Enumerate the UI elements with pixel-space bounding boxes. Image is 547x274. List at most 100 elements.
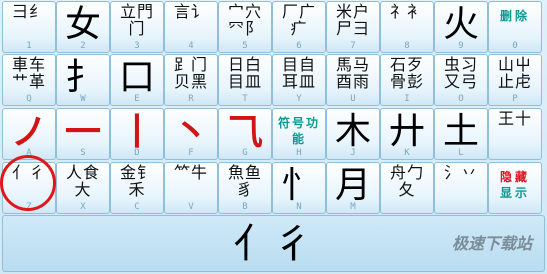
- key-label: T: [242, 94, 248, 104]
- key-a[interactable]: ノA: [2, 108, 56, 160]
- key-label: Z: [26, 202, 32, 212]
- key-radicals: 目自耳皿: [281, 55, 316, 91]
- key-u[interactable]: 馬马酉雨 U: [326, 54, 380, 106]
- key-label: C: [134, 202, 140, 212]
- key-label: F: [188, 148, 194, 158]
- symbol-function-key[interactable]: 符号功能 H: [272, 108, 326, 160]
- key-label: M: [350, 202, 356, 212]
- key-v[interactable]: ⺮牛 V: [164, 162, 218, 214]
- key-label: N: [296, 202, 302, 212]
- key-label: U: [350, 94, 356, 104]
- key-radicals: 米户尸彐: [335, 2, 370, 38]
- key-radicals: 石歹骨彭: [389, 55, 424, 91]
- key-label: 0: [512, 41, 518, 51]
- key-label: B: [242, 202, 248, 212]
- key-zhou[interactable]: 舟勹夂: [380, 162, 434, 214]
- key-radicals: 人食大: [65, 163, 100, 199]
- key-radicals: 金钅禾: [119, 163, 154, 199]
- show-label: 显示: [499, 186, 530, 200]
- key-row-3: ノA 一S 丨D 丶F ⺄ G 符号功能 H 木J 廾K 土L 王十: [2, 108, 542, 160]
- key-7[interactable]: 米户尸彐 7: [326, 1, 380, 53]
- handwriting-radical-keyboard: ⺕纟 1 女2 立門门 3 言讠 4 宀穴⺳阝 5 厂广疒 6 米户尸彐 7 礻衤 8 火9 …: [0, 0, 547, 274]
- delete-key[interactable]: 删除 0: [488, 1, 542, 53]
- key-k[interactable]: 廾K: [380, 108, 434, 160]
- key-row-2: 車车艹革 Q 扌W 口E ⻊门贝黑 R 日白目皿 T 目自耳皿 Y 馬马酉雨 U 石歹骨彭…: [2, 54, 542, 106]
- key-label: 7: [350, 41, 356, 51]
- key-radicals: 山屮止虍: [497, 55, 532, 91]
- key-8[interactable]: 礻衤 8: [380, 1, 434, 53]
- key-c[interactable]: 金钅禾 C: [110, 162, 164, 214]
- key-radicals: 日白目皿: [227, 55, 262, 91]
- key-label: 3: [134, 41, 140, 51]
- key-label: J: [350, 148, 356, 158]
- key-w[interactable]: 扌W: [56, 54, 110, 106]
- key-4[interactable]: 言讠 4: [164, 1, 218, 53]
- key-z[interactable]: 亻彳 Z: [2, 162, 56, 214]
- input-display: 亻彳 极速下载站: [2, 215, 545, 272]
- key-radicals: 立門门: [119, 2, 154, 38]
- key-g[interactable]: ⺄ G: [218, 108, 272, 160]
- key-q[interactable]: 車车艹革 Q: [2, 54, 56, 106]
- key-s[interactable]: 一S: [56, 108, 110, 160]
- key-p[interactable]: 山屮止虍 P: [488, 54, 542, 106]
- key-e[interactable]: 口E: [110, 54, 164, 106]
- key-radicals: 馬马酉雨: [335, 55, 370, 91]
- key-r[interactable]: ⻊门贝黑 R: [164, 54, 218, 106]
- key-label: 8: [404, 41, 410, 51]
- key-t[interactable]: 日白目皿 T: [218, 54, 272, 106]
- key-radicals: ⻊门贝黑: [173, 55, 208, 91]
- key-radicals: 礻衤: [389, 2, 424, 21]
- key-radicals: 亻彳: [11, 163, 46, 182]
- hide-label: 隐藏: [499, 170, 530, 184]
- key-5[interactable]: 宀穴⺳阝 5: [218, 1, 272, 53]
- key-radicals: 言讠: [173, 2, 208, 21]
- key-label: H: [296, 148, 302, 158]
- key-n[interactable]: 忄N: [272, 162, 326, 214]
- key-water[interactable]: 氵丷: [434, 162, 488, 214]
- key-row-1: ⺕纟 1 女2 立門门 3 言讠 4 宀穴⺳阝 5 厂广疒 6 米户尸彐 7 礻衤 8 火9 …: [2, 1, 542, 53]
- hide-show-label: 隐藏 显示: [489, 169, 541, 201]
- key-9[interactable]: 火9: [434, 1, 488, 53]
- key-f[interactable]: 丶F: [164, 108, 218, 160]
- key-2[interactable]: 女2: [56, 1, 110, 53]
- key-radicals: 舟勹夂: [389, 163, 424, 199]
- key-radicals: 王十: [497, 109, 532, 128]
- key-label: P: [512, 94, 518, 104]
- key-m[interactable]: 月M: [326, 162, 380, 214]
- key-i[interactable]: 石歹骨彭 I: [380, 54, 434, 106]
- key-label: 9: [458, 41, 464, 51]
- key-radicals: 車车艹革: [11, 55, 46, 91]
- key-x[interactable]: 人食大 X: [56, 162, 110, 214]
- key-label: G: [242, 148, 248, 158]
- symbol-function-label: 符号功能: [277, 116, 320, 146]
- key-label: Y: [296, 94, 302, 104]
- key-1[interactable]: ⺕纟 1: [2, 1, 56, 53]
- key-y[interactable]: 目自耳皿 Y: [272, 54, 326, 106]
- key-3[interactable]: 立門门 3: [110, 1, 164, 53]
- key-label: 5: [242, 41, 248, 51]
- key-label: 1: [26, 41, 32, 51]
- key-o[interactable]: 虫习又弓 O: [434, 54, 488, 106]
- watermark: 极速下载站: [451, 234, 532, 253]
- key-row-4: 亻彳 Z 人食大 X 金钅禾 C ⺮牛 V 魚鱼豸 B 忄N 月M 舟勹夂 氵丷 隐藏显示: [2, 162, 542, 214]
- key-label: E: [134, 94, 140, 104]
- key-label: K: [404, 148, 410, 158]
- key-j[interactable]: 木J: [326, 108, 380, 160]
- key-wang-shi[interactable]: 王十: [488, 108, 542, 160]
- key-label: I: [404, 94, 410, 104]
- key-d[interactable]: 丨D: [110, 108, 164, 160]
- key-label: 2: [80, 41, 86, 51]
- hide-show-key[interactable]: 隐藏 显示: [488, 162, 542, 214]
- key-label: D: [134, 148, 140, 158]
- key-label: 4: [188, 41, 194, 51]
- key-6[interactable]: 厂广疒 6: [272, 1, 326, 53]
- key-label: S: [80, 148, 86, 158]
- key-radicals: 宀穴⺳阝: [227, 2, 262, 38]
- delete-label: 删除: [499, 9, 530, 23]
- key-b[interactable]: 魚鱼豸 B: [218, 162, 272, 214]
- key-label: A: [26, 148, 32, 158]
- key-radicals: 魚鱼豸: [227, 163, 262, 199]
- key-label: L: [458, 148, 464, 158]
- key-l[interactable]: 土L: [434, 108, 488, 160]
- key-radicals: ⺕纟: [11, 2, 46, 21]
